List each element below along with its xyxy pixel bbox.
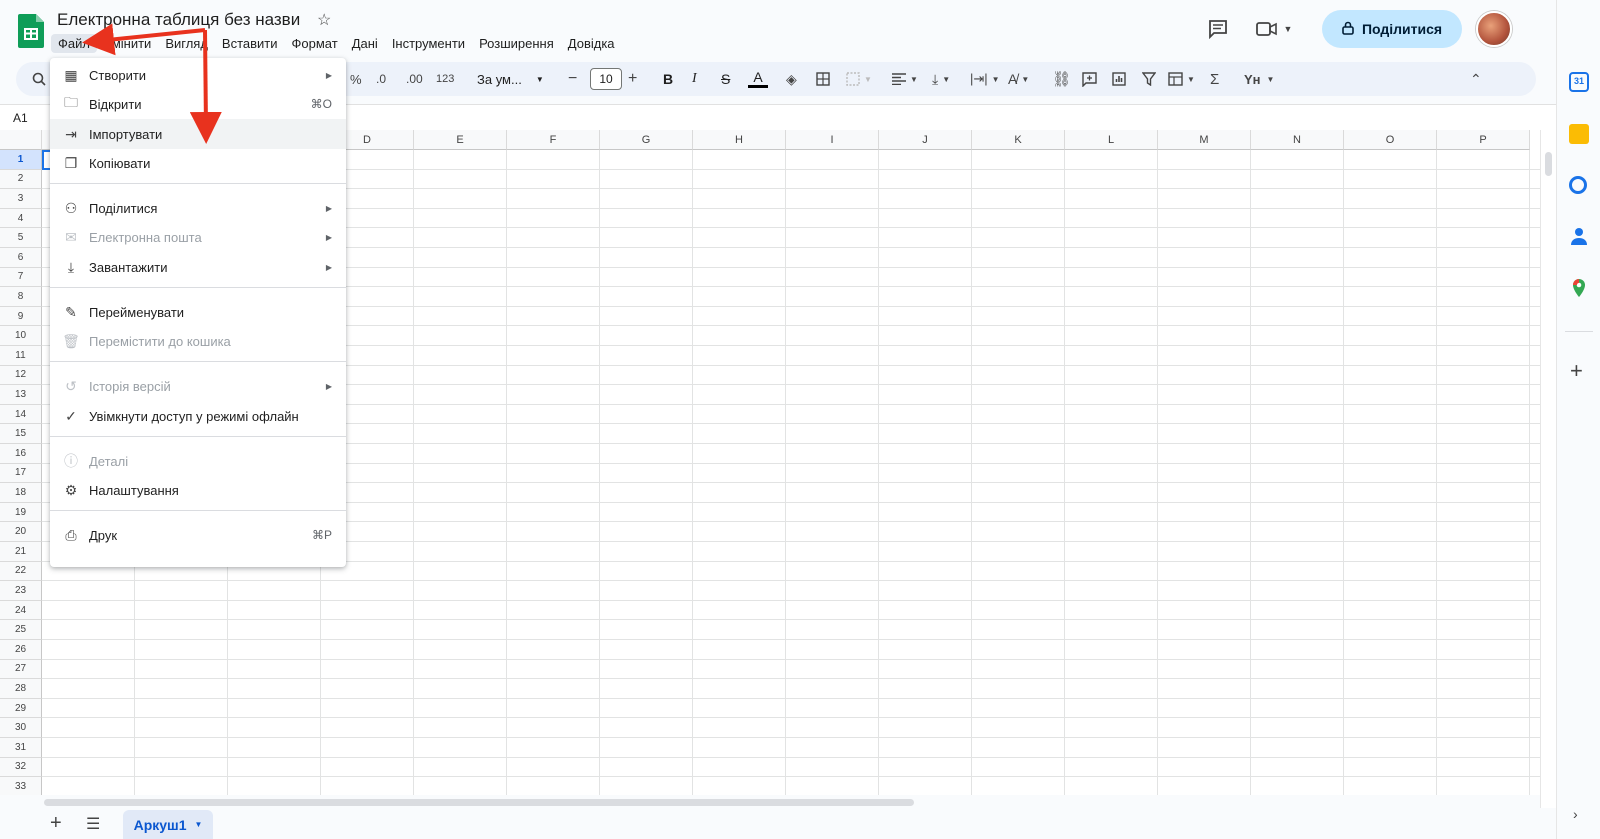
annotation-arrow-down — [189, 29, 222, 144]
annotation-arrows-overlay — [82, 23, 222, 144]
annotation-arrow-left — [82, 23, 206, 56]
